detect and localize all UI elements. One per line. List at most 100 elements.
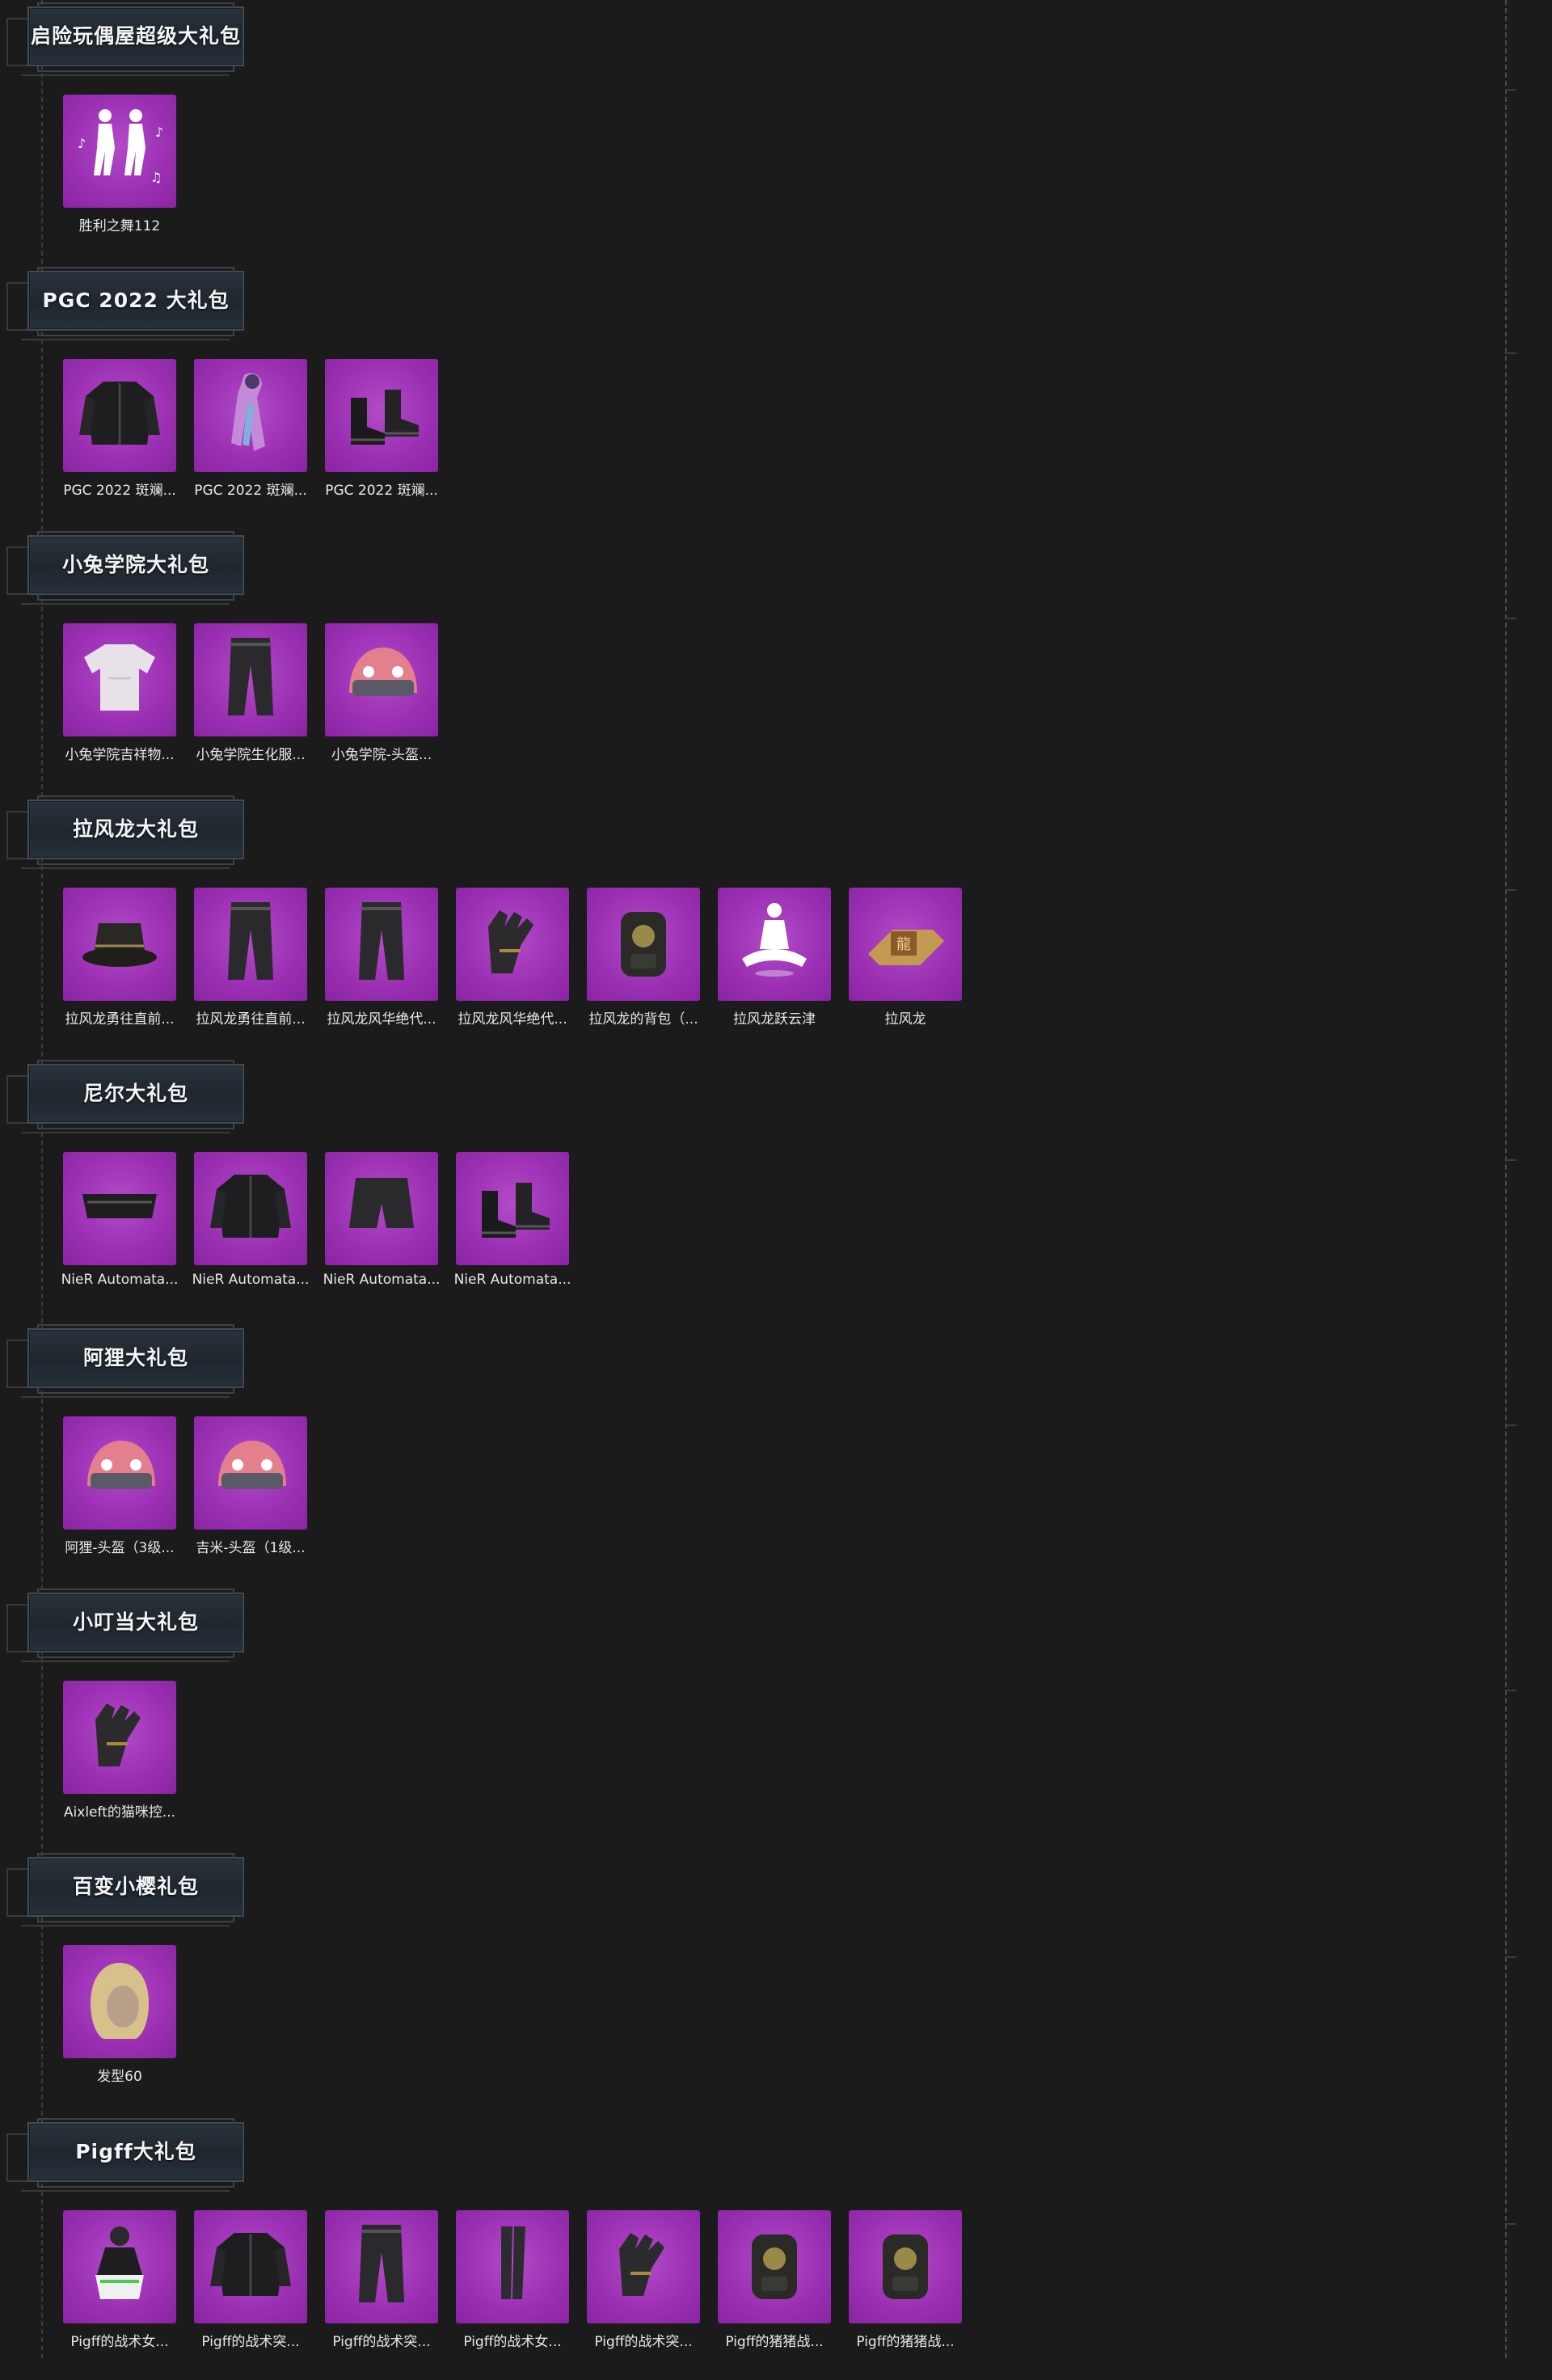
reward-item[interactable]: 发型60	[63, 1945, 176, 2091]
reward-item[interactable]: PGC 2022 斑斓...	[194, 359, 307, 504]
item-label: Pigff的战术突...	[201, 2334, 300, 2350]
reward-item[interactable]: Pigff的战术女...	[63, 2210, 176, 2356]
dragon-emblem-icon: 龍	[857, 894, 954, 994]
item-tile[interactable]	[63, 1945, 176, 2058]
item-label: PGC 2022 斑斓...	[63, 483, 176, 499]
item-label: NieR Automata...	[323, 1272, 441, 1288]
item-label: 小兔学院生化服...	[196, 747, 306, 763]
item-label: 发型60	[97, 2069, 142, 2085]
item-tile[interactable]	[63, 2210, 176, 2323]
item-tile[interactable]	[325, 1152, 438, 1265]
backpack-icon	[857, 2217, 954, 2317]
mask-icon	[71, 1158, 168, 1259]
item-row: 阿狸-头盔（3级... 吉米-头盔（1级...	[63, 1416, 1502, 1562]
reward-item[interactable]: NieR Automata...	[323, 1152, 440, 1298]
reward-item[interactable]: 拉风龙勇往直前...	[194, 888, 307, 1033]
boots-icon	[464, 1158, 561, 1259]
package-title: 尼尔大礼包	[82, 1082, 188, 1105]
reward-item[interactable]: ♪ ♪ ♫ 胜利之舞112	[63, 95, 176, 240]
item-tile[interactable]	[63, 623, 176, 736]
package-section: Pigff大礼包 Pigff的战术女... Pigff的战术突... Pigff的战术…	[0, 2116, 1552, 2380]
jacket-icon	[202, 1158, 299, 1259]
pants-icon	[202, 894, 299, 994]
reward-item[interactable]: 龍拉风龙	[849, 888, 962, 1033]
item-tile[interactable]: ♪ ♪ ♫	[63, 95, 176, 208]
emote-dance-icon: ♪ ♪ ♫	[71, 101, 168, 201]
item-label: Pigff的战术女...	[463, 2334, 562, 2350]
item-tile[interactable]	[194, 1416, 307, 1530]
item-label: Pigff的猪猪战...	[725, 2334, 824, 2350]
reward-item[interactable]: NieR Automata...	[454, 1152, 571, 1298]
item-tile[interactable]	[194, 359, 307, 472]
item-tile[interactable]	[194, 1152, 307, 1265]
header-underline	[21, 1132, 230, 1133]
reward-item[interactable]: 小兔学院生化服...	[194, 623, 307, 769]
item-label: 拉风龙跃云津	[733, 1011, 816, 1028]
reward-item[interactable]: Pigff的战术突...	[194, 2210, 307, 2356]
reward-item[interactable]: 拉风龙跃云津	[718, 888, 831, 1033]
item-tile[interactable]	[63, 1152, 176, 1265]
item-tile[interactable]	[325, 2210, 438, 2323]
package-title: 小兔学院大礼包	[61, 553, 209, 576]
reward-item[interactable]: 小兔学院吉祥物...	[63, 623, 176, 769]
reward-item[interactable]: 吉米-头盔（1级...	[194, 1416, 307, 1562]
item-tile[interactable]	[194, 888, 307, 1001]
reward-item[interactable]: NieR Automata...	[61, 1152, 178, 1298]
reward-item[interactable]: Pigff的猪猪战...	[718, 2210, 831, 2356]
shirt-icon	[71, 630, 168, 730]
item-tile[interactable]	[456, 2210, 569, 2323]
reward-item[interactable]: Pigff的猪猪战...	[849, 2210, 962, 2356]
reward-item[interactable]: 阿狸-头盔（3级...	[63, 1416, 176, 1562]
reward-item[interactable]: 拉风龙勇往直前...	[63, 888, 176, 1033]
svg-text:♪: ♪	[78, 136, 86, 151]
reward-item[interactable]: Pigff的战术突...	[325, 2210, 438, 2356]
item-tile[interactable]	[325, 888, 438, 1001]
item-tile[interactable]	[63, 1416, 176, 1530]
item-tile[interactable]	[325, 623, 438, 736]
package-section: 小兔学院大礼包小兔学院吉祥物... 小兔学院生化服... 小兔学院-头盔...	[0, 529, 1552, 793]
item-label: 拉风龙	[884, 1011, 926, 1028]
package-header: 尼尔大礼包	[6, 1057, 244, 1133]
emote-meditate-icon	[726, 894, 823, 994]
item-tile[interactable]	[718, 888, 831, 1001]
package-section: PGC 2022 大礼包 PGC 2022 斑斓... PGC 2022 斑斓...…	[0, 264, 1552, 529]
jacket-icon	[71, 365, 168, 466]
item-tile[interactable]: 龍	[849, 888, 962, 1001]
item-label: PGC 2022 斑斓...	[325, 483, 438, 499]
reward-item[interactable]: Pigff的战术女...	[456, 2210, 569, 2356]
item-row: NieR Automata... NieR Automata... NieR Aut…	[61, 1152, 1502, 1298]
package-section: 小叮当大礼包 Aixleft的猫咪控...	[0, 1586, 1552, 1850]
item-label: PGC 2022 斑斓...	[194, 483, 307, 499]
reward-item[interactable]: 拉风龙风华绝代...	[456, 888, 569, 1033]
reward-item[interactable]: Pigff的战术突...	[587, 2210, 700, 2356]
item-tile[interactable]	[587, 888, 700, 1001]
reward-item[interactable]: NieR Automata...	[192, 1152, 309, 1298]
pants-icon	[333, 2217, 430, 2317]
item-tile[interactable]	[718, 2210, 831, 2323]
item-row: PGC 2022 斑斓... PGC 2022 斑斓... PGC 2022 斑斓.…	[63, 359, 1502, 504]
gloves-icon	[71, 1687, 168, 1787]
reward-item[interactable]: 拉风龙风华绝代...	[325, 888, 438, 1033]
item-tile[interactable]	[456, 888, 569, 1001]
item-tile[interactable]	[325, 359, 438, 472]
item-tile[interactable]	[63, 359, 176, 472]
hairstyle-icon	[71, 1952, 168, 2052]
item-tile[interactable]	[194, 2210, 307, 2323]
item-label: 拉风龙风华绝代...	[458, 1011, 567, 1028]
item-tile[interactable]	[63, 1681, 176, 1794]
item-tile[interactable]	[63, 888, 176, 1001]
outfit-icon	[71, 2217, 168, 2317]
reward-item[interactable]: PGC 2022 斑斓...	[63, 359, 176, 504]
header-underline	[21, 1661, 230, 1662]
reward-item[interactable]: 拉风龙的背包（...	[587, 888, 700, 1033]
item-tile[interactable]	[849, 2210, 962, 2323]
header-underline	[21, 1925, 230, 1926]
item-tile[interactable]	[587, 2210, 700, 2323]
item-row: 发型60	[63, 1945, 1502, 2091]
item-tile[interactable]	[194, 623, 307, 736]
package-section: 拉风龙大礼包 拉风龙勇往直前... 拉风龙勇往直前... 拉风龙风华绝代... 拉风龙风…	[0, 793, 1552, 1057]
reward-item[interactable]: 小兔学院-头盔...	[325, 623, 438, 769]
item-tile[interactable]	[456, 1152, 569, 1265]
reward-item[interactable]: Aixleft的猫咪控...	[63, 1681, 176, 1826]
reward-item[interactable]: PGC 2022 斑斓...	[325, 359, 438, 504]
